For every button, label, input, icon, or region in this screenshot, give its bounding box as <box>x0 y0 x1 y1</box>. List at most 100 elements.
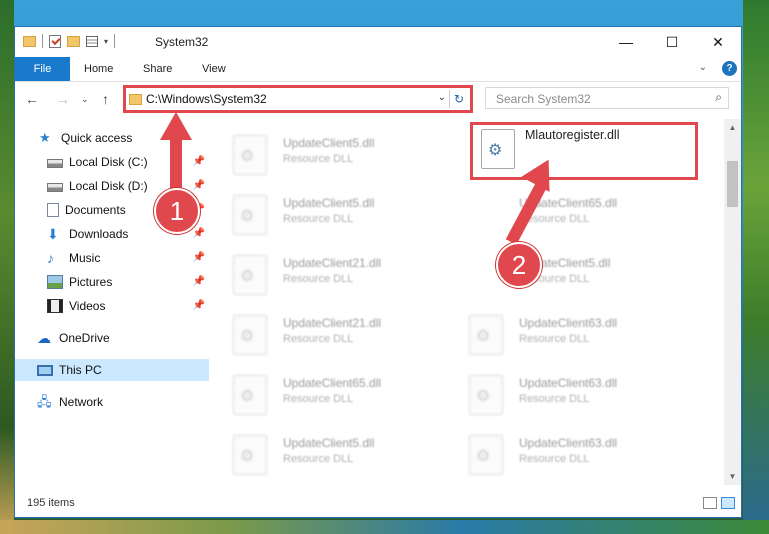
nav-item-label: Quick access <box>61 131 133 145</box>
tab-home[interactable]: Home <box>84 57 113 81</box>
desktop-background-left <box>0 0 14 534</box>
close-button[interactable]: ✕ <box>695 27 741 57</box>
file-type: Resource DLL <box>519 333 590 345</box>
folder-icon[interactable] <box>23 35 36 47</box>
file-type: Resource DLL <box>519 393 590 405</box>
toolbar-separator <box>42 34 43 48</box>
nav-item-network[interactable]: 🖧 Network <box>15 391 209 413</box>
dll-file-icon <box>233 435 267 475</box>
large-icons-view-icon[interactable] <box>721 497 735 509</box>
pin-icon: 📌 <box>192 300 205 311</box>
title-bar: ▾ System32 — ☐ ✕ <box>15 27 741 57</box>
scroll-down-icon[interactable]: ▼ <box>724 468 741 485</box>
disk-icon <box>47 183 63 192</box>
dll-file-icon <box>233 255 267 295</box>
file-type: Resource DLL <box>283 273 354 285</box>
file-type: Resource DLL <box>283 333 354 345</box>
toolbar-dropdown-icon[interactable]: ▾ <box>104 37 108 46</box>
file-item[interactable]: UpdateClient5.dll Resource DLL <box>211 129 435 185</box>
nav-item-music[interactable]: ♪ Music 📌 <box>15 247 209 269</box>
dll-file-icon <box>469 315 503 355</box>
arrow-head-step-1 <box>160 112 192 140</box>
computer-icon <box>37 364 53 376</box>
file-item[interactable]: UpdateClient5.dll Resource DLL <box>211 429 435 485</box>
cloud-icon: ☁ <box>37 330 51 346</box>
scrollbar-thumb[interactable] <box>727 161 738 207</box>
file-name: UpdateClient63.dll <box>519 316 618 330</box>
search-box[interactable]: ⌕ <box>485 87 729 109</box>
nav-item-label: Network <box>59 395 104 409</box>
file-item[interactable]: UpdateClient63.dll Resource DLL <box>447 429 671 485</box>
dll-file-icon <box>469 375 503 415</box>
nav-item-label: Downloads <box>69 227 129 241</box>
nav-item-label: This PC <box>59 363 102 377</box>
documents-icon <box>47 203 59 217</box>
customize-toolbar-icon[interactable] <box>86 35 98 47</box>
tab-view[interactable]: View <box>202 57 226 81</box>
scroll-up-icon[interactable]: ▲ <box>724 119 741 136</box>
expand-ribbon-icon[interactable]: ⌄ <box>699 62 707 73</box>
file-item[interactable]: UpdateClient21.dll Resource DLL <box>211 249 435 305</box>
file-item[interactable]: UpdateClient65.dll Resource DLL <box>211 369 435 425</box>
file-type: Resource DLL <box>283 453 354 465</box>
file-type: Resource DLL <box>283 393 354 405</box>
new-folder-icon[interactable] <box>67 35 80 47</box>
nav-item-videos[interactable]: Videos 📌 <box>15 295 209 317</box>
maximize-button[interactable]: ☐ <box>649 27 695 57</box>
dll-file-icon <box>469 435 503 475</box>
file-item[interactable]: UpdateClient65.dll Resource DLL <box>447 189 671 245</box>
file-name: UpdateClient5.dll <box>283 196 375 210</box>
file-type: Resource DLL <box>283 153 354 165</box>
file-name: UpdateClient63.dll <box>519 376 618 390</box>
nav-item-label: Local Disk (C:) <box>69 155 148 169</box>
address-bar[interactable]: C:\Windows\System32 ⌄ ↻ <box>123 85 473 113</box>
nav-item-label: Local Disk (D:) <box>69 179 148 193</box>
download-icon: ⬇ <box>47 226 59 242</box>
file-item[interactable]: UpdateClient5.dll Resource DLL <box>211 189 435 245</box>
disk-icon <box>47 159 63 168</box>
file-item[interactable]: UpdateClient63.dll Resource DLL <box>447 309 671 365</box>
pin-icon: 📌 <box>192 228 205 239</box>
file-name: UpdateClient63.dll <box>519 436 618 450</box>
file-item[interactable]: UpdateClient5.dll Resource DLL <box>447 249 671 305</box>
nav-item-this-pc[interactable]: This PC <box>15 359 209 381</box>
videos-icon <box>47 299 63 313</box>
step-badge-2: 2 <box>496 242 542 288</box>
file-item[interactable]: UpdateClient21.dll Resource DLL <box>211 309 435 365</box>
search-input[interactable] <box>494 90 698 108</box>
item-count: 195 items <box>27 497 75 509</box>
file-name: UpdateClient5.dll <box>283 136 375 150</box>
file-name: UpdateClient21.dll <box>283 316 382 330</box>
address-path[interactable]: C:\Windows\System32 <box>146 92 267 106</box>
minimize-button[interactable]: — <box>603 27 649 57</box>
help-icon[interactable]: ? <box>722 61 737 76</box>
nav-item-label: Pictures <box>69 275 113 289</box>
vertical-scrollbar[interactable]: ▲ ▼ <box>724 119 741 485</box>
file-type: Resource DLL <box>519 453 590 465</box>
dll-file-icon <box>233 195 267 235</box>
recent-locations-chevron-icon[interactable]: ⌄ <box>81 94 89 105</box>
refresh-icon[interactable]: ↻ <box>449 90 468 108</box>
ribbon-tabs: File Home Share View ⌄ ? <box>15 57 741 82</box>
details-view-icon[interactable] <box>703 497 717 509</box>
toolbar-separator <box>114 34 116 48</box>
desktop-background-right <box>743 0 769 534</box>
up-arrow-icon[interactable]: ↑ <box>102 91 109 107</box>
properties-check-icon[interactable] <box>49 34 61 48</box>
address-row: ← → ⌄ ↑ C:\Windows\System32 ⌄ ↻ ⌕ <box>15 82 741 116</box>
tab-share[interactable]: Share <box>143 57 172 81</box>
file-name: UpdateClient5.dll <box>283 436 375 450</box>
pin-icon: 📌 <box>192 276 205 287</box>
file-item[interactable]: UpdateClient63.dll Resource DLL <box>447 369 671 425</box>
back-arrow-icon[interactable]: ← <box>25 91 39 107</box>
music-icon: ♪ <box>47 250 54 266</box>
forward-arrow-icon[interactable]: → <box>56 91 70 107</box>
tab-file[interactable]: File <box>15 57 70 81</box>
address-dropdown-icon[interactable]: ⌄ <box>438 92 446 103</box>
dll-file-icon <box>233 315 267 355</box>
pin-icon: 📌 <box>192 252 205 263</box>
nav-item-pictures[interactable]: Pictures 📌 <box>15 271 209 293</box>
dll-file-icon <box>233 375 267 415</box>
nav-item-onedrive[interactable]: ☁ OneDrive <box>15 327 209 349</box>
search-icon[interactable]: ⌕ <box>715 90 722 105</box>
